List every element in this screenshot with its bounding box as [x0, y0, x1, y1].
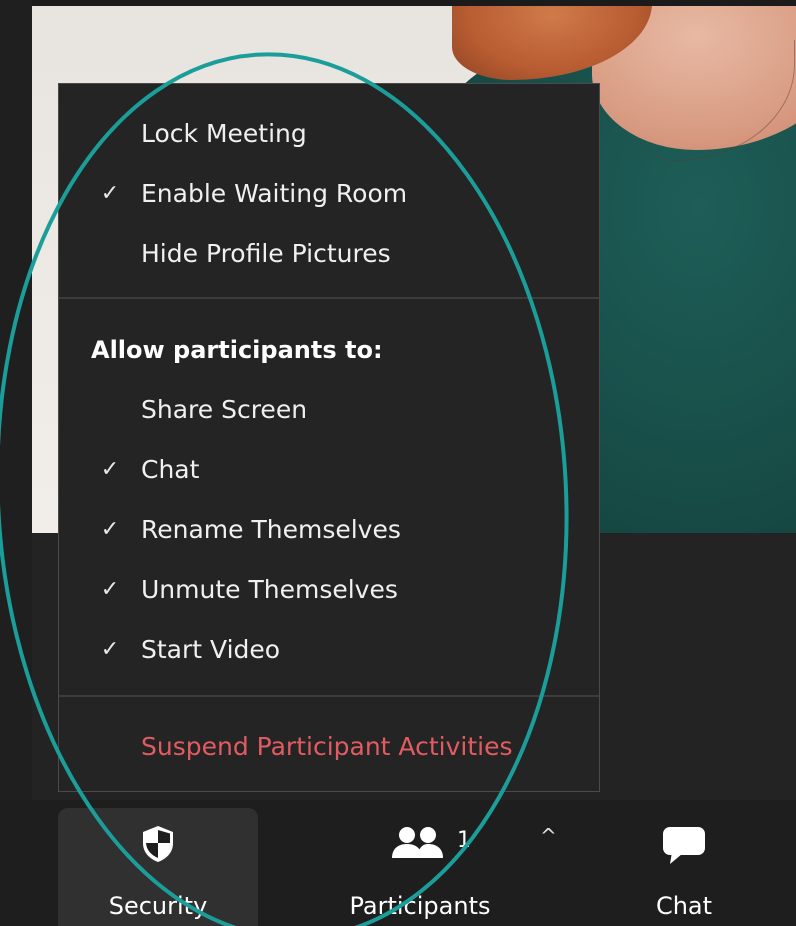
menu-item-label: Lock Meeting [141, 118, 307, 148]
participants-icon [392, 827, 443, 858]
window-left-edge [0, 0, 32, 800]
menu-item-suspend-participant-activities[interactable]: Suspend Participant Activities [59, 721, 599, 771]
meeting-toolbar: Security 1 Participants ^ Chat [0, 800, 796, 926]
menu-item-label: Rename Themselves [141, 514, 401, 544]
menu-item-label: Enable Waiting Room [141, 178, 408, 208]
menu-item-label: Start Video [141, 634, 281, 664]
menu-item-label: Unmute Themselves [141, 574, 398, 604]
check-icon: ✓ [100, 180, 120, 206]
participants-count: 1 [457, 828, 471, 853]
menu-item-rename-themselves[interactable]: ✓ Rename Themselves [59, 504, 599, 554]
check-icon: ✓ [100, 576, 120, 602]
menu-divider [59, 297, 599, 299]
window-top-edge [0, 0, 796, 6]
chat-bubble-icon [663, 827, 705, 864]
security-button[interactable]: Security [58, 808, 258, 926]
chat-button[interactable]: Chat [584, 808, 784, 926]
check-icon: ✓ [100, 456, 120, 482]
check-icon: ✓ [100, 636, 120, 662]
menu-item-label: Share Screen [141, 394, 308, 424]
participants-button[interactable]: 1 Participants [320, 808, 520, 926]
chevron-up-icon[interactable]: ^ [540, 824, 557, 848]
participants-button-label: Participants [349, 892, 491, 920]
menu-item-lock-meeting[interactable]: Lock Meeting [59, 108, 599, 158]
menu-item-enable-waiting-room[interactable]: ✓ Enable Waiting Room [59, 168, 599, 218]
menu-item-unmute-themselves[interactable]: ✓ Unmute Themselves [59, 564, 599, 614]
menu-item-chat[interactable]: ✓ Chat [59, 444, 599, 494]
menu-item-start-video[interactable]: ✓ Start Video [59, 624, 599, 674]
menu-item-share-screen[interactable]: Share Screen [59, 384, 599, 434]
shield-icon [143, 826, 173, 862]
menu-divider [59, 695, 599, 697]
meeting-window: Lock Meeting ✓ Enable Waiting Room Hide … [0, 0, 796, 926]
check-icon: ✓ [100, 516, 120, 542]
menu-item-label: Suspend Participant Activities [141, 731, 513, 761]
menu-item-hide-profile-pictures[interactable]: Hide Profile Pictures [59, 228, 599, 278]
security-button-label: Security [108, 892, 208, 920]
section-heading-allow-participants: Allow participants to: [91, 336, 383, 364]
chat-button-label: Chat [655, 892, 713, 920]
security-menu: Lock Meeting ✓ Enable Waiting Room Hide … [58, 83, 600, 792]
menu-item-label: Hide Profile Pictures [141, 238, 391, 268]
menu-item-label: Chat [141, 454, 200, 484]
